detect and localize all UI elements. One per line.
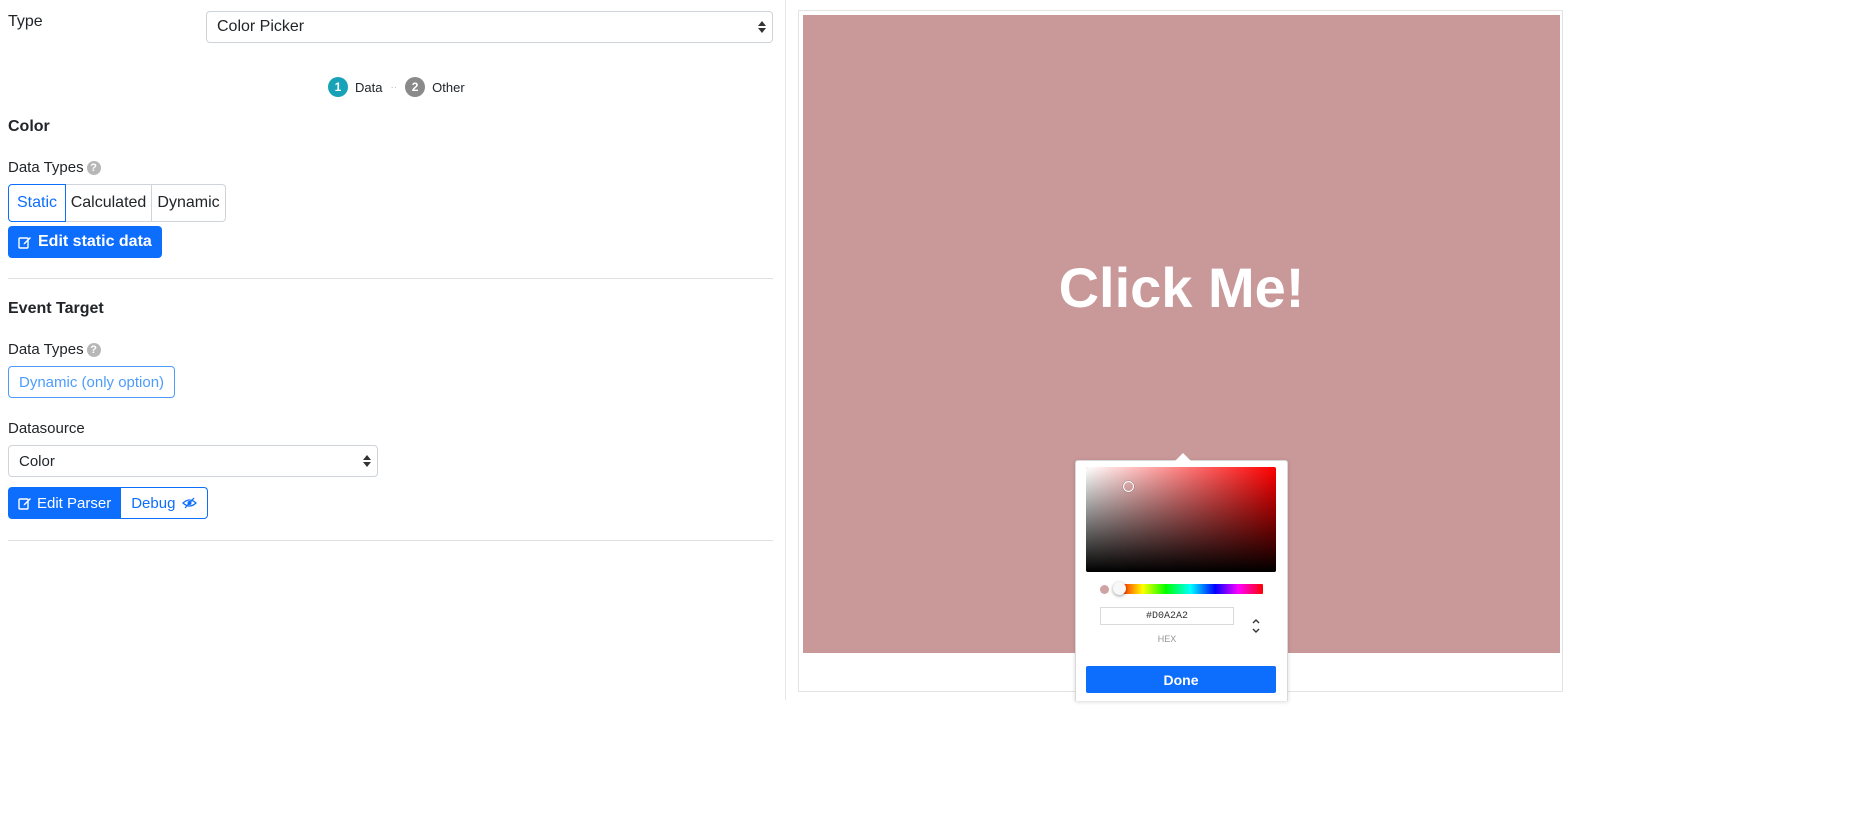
current-color-swatch [1100, 585, 1109, 594]
step-1[interactable]: 1 Data [328, 77, 382, 97]
saturation-area[interactable] [1086, 467, 1276, 572]
event-data-types-label: Data Types? [8, 341, 101, 358]
color-picker-popover: #D0A2A2 HEX Done [1075, 453, 1288, 701]
done-button[interactable]: Done [1086, 666, 1276, 693]
event-data-types-text: Data Types [8, 341, 84, 358]
step-2-label: Other [432, 79, 465, 95]
data-type-dynamic-only-button[interactable]: Dynamic (only option) [8, 366, 176, 398]
color-data-types-label: Data Types? [8, 159, 101, 176]
data-type-static-button[interactable]: Static [8, 184, 66, 222]
panel-divider [785, 0, 786, 700]
type-select[interactable]: Color Picker [206, 11, 773, 43]
step-1-label: Data [355, 79, 383, 95]
datasource-select[interactable]: Color [8, 445, 378, 477]
step-separator: ·· [390, 81, 398, 93]
edit-icon [18, 496, 32, 510]
parser-button-group: Edit Parser Debug [8, 487, 209, 519]
datasource-select-value: Color [19, 452, 55, 470]
stepper: 1 Data ·· 2 Other [328, 77, 465, 97]
data-type-calculated-button[interactable]: Calculated [66, 184, 152, 222]
debug-label: Debug [131, 494, 176, 512]
question-circle-icon[interactable]: ? [86, 343, 101, 358]
saturation-pointer[interactable] [1123, 481, 1134, 492]
edit-parser-label: Edit Parser [37, 494, 112, 512]
edit-icon [18, 235, 32, 249]
color-data-type-group: Static Calculated Dynamic [8, 184, 226, 222]
up-down-chevron-icon[interactable] [1249, 616, 1263, 636]
eye-slash-icon [182, 497, 198, 509]
edit-static-data-label: Edit static data [38, 233, 152, 250]
section-divider-2 [8, 540, 773, 541]
section-divider-1 [8, 278, 773, 279]
hue-slider[interactable] [1113, 582, 1263, 595]
edit-parser-button[interactable]: Edit Parser [8, 487, 122, 519]
type-label: Type [8, 13, 43, 30]
color-data-types-text: Data Types [8, 159, 84, 176]
sort-arrows-icon [363, 455, 371, 467]
step-1-number: 1 [328, 77, 348, 97]
hex-mode-label: HEX [1157, 634, 1177, 644]
sort-arrows-icon [758, 21, 766, 33]
color-section-title: Color [8, 118, 50, 135]
type-select-value: Color Picker [217, 18, 305, 35]
hue-slider-handle[interactable] [1113, 582, 1126, 595]
data-type-dynamic-button[interactable]: Dynamic [152, 184, 226, 222]
event-target-title: Event Target [8, 300, 104, 317]
popover-arrow [1175, 453, 1191, 461]
step-2-number: 2 [405, 77, 426, 97]
step-2[interactable]: 2 Other [405, 77, 465, 97]
hex-input[interactable]: #D0A2A2 [1100, 607, 1234, 625]
question-circle-icon[interactable]: ? [86, 161, 101, 176]
debug-button[interactable]: Debug [121, 487, 209, 519]
edit-static-data-button[interactable]: Edit static data [8, 226, 162, 258]
preview-button-text: Click Me! [1058, 256, 1305, 319]
datasource-label: Datasource [8, 420, 85, 437]
saturation-black-layer [1086, 467, 1276, 572]
